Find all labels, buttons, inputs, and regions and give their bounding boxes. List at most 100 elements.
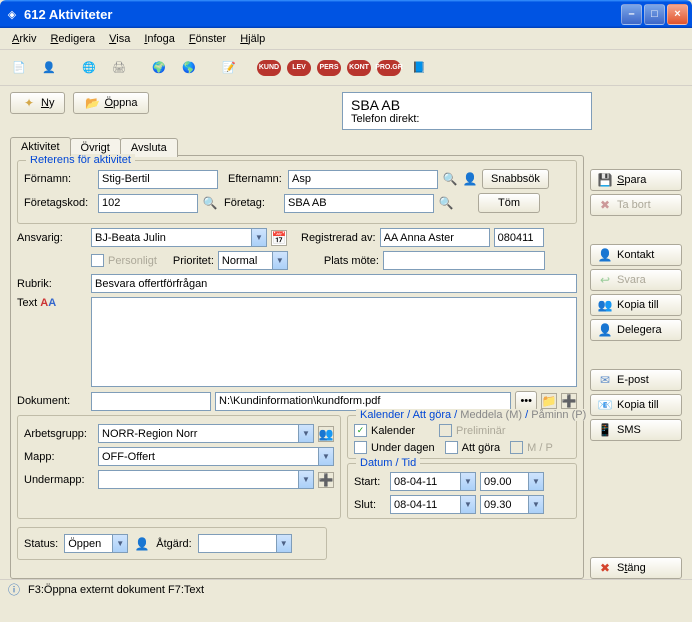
menu-redigera[interactable]: Redigera [44, 31, 101, 47]
mapp-select[interactable]: OFF-Offert▼ [98, 447, 334, 466]
stang-button[interactable]: ✖Stäng [590, 557, 682, 579]
delegate-icon: 👤 [597, 322, 613, 338]
chevron-down-icon[interactable]: ▼ [272, 252, 287, 269]
start-label: Start: [354, 476, 386, 488]
close-button[interactable]: × [667, 4, 688, 25]
menu-visa[interactable]: Visa [103, 31, 136, 47]
status-group: Status: Öppen▼ 👤 Åtgärd: ▼ [17, 527, 327, 560]
badge-progr[interactable]: PRO.GR [376, 55, 402, 81]
tool-print-icon[interactable]: 🖨 [106, 55, 132, 81]
copy-icon-2: 📧 [597, 397, 613, 413]
dokument-input-2[interactable] [215, 392, 511, 411]
kopia-till-2-button[interactable]: 📧Kopia till [590, 394, 682, 416]
atgard-select[interactable]: ▼ [198, 534, 292, 553]
user-icon[interactable]: 👤 [134, 536, 150, 552]
registrerad-value [380, 228, 490, 247]
rubrik-label: Rubrik: [17, 278, 87, 290]
tool-note-icon[interactable]: 📝 [216, 55, 242, 81]
start-time-select[interactable]: 09.00▼ [480, 472, 544, 491]
plats-input[interactable] [383, 251, 545, 270]
chevron-down-icon[interactable]: ▼ [528, 473, 543, 490]
folder-add-icon[interactable]: ➕ [561, 393, 577, 409]
font-icon[interactable]: A [40, 297, 48, 309]
kalender-checkbox[interactable]: ✓ [354, 424, 367, 437]
slut-date-select[interactable]: 08-04-11▼ [390, 495, 476, 514]
prioritet-label: Prioritet: [173, 255, 214, 267]
reply-icon: ↩ [597, 272, 613, 288]
email-icon: ✉ [597, 372, 613, 388]
chevron-down-icon[interactable]: ▼ [298, 425, 313, 442]
badge-kont[interactable]: KONT [346, 55, 372, 81]
tool-globe-icon[interactable]: 🌐 [76, 55, 102, 81]
epost-button[interactable]: ✉E-post [590, 369, 682, 391]
sms-button[interactable]: 📱SMS [590, 419, 682, 441]
maximize-button[interactable]: □ [644, 4, 665, 25]
chevron-down-icon[interactable]: ▼ [276, 535, 291, 552]
chevron-down-icon[interactable]: ▼ [528, 496, 543, 513]
text-label: Text AA [17, 297, 87, 309]
foretagskod-input[interactable] [98, 194, 198, 213]
kopia-till-button[interactable]: 👥Kopia till [590, 294, 682, 316]
tool-globe2-icon[interactable]: 🌍 [146, 55, 172, 81]
ansvarig-label: Ansvarig: [17, 232, 87, 244]
dokument-input-1[interactable] [91, 392, 211, 411]
datum-group: Datum / Tid Start: 08-04-11▼ 09.00▼ Slut… [347, 463, 577, 519]
kontakt-button[interactable]: 👤Kontakt [590, 244, 682, 266]
chevron-down-icon[interactable]: ▼ [318, 448, 333, 465]
chevron-down-icon[interactable]: ▼ [460, 496, 475, 513]
undermapp-select[interactable]: ▼ [98, 470, 314, 489]
delete-icon: ✖ [597, 197, 613, 213]
group-icon[interactable]: 👥 [318, 426, 334, 442]
underdagen-checkbox[interactable] [354, 441, 367, 454]
tool-book-icon[interactable]: 📘 [406, 55, 432, 81]
fornamn-input[interactable] [98, 170, 218, 189]
text-textarea[interactable] [91, 297, 577, 387]
menu-infoga[interactable]: Infoga [138, 31, 181, 47]
badge-lev[interactable]: LEV [286, 55, 312, 81]
menu-hjalp[interactable]: Hjälp [234, 31, 271, 47]
badge-pers[interactable]: PERS [316, 55, 342, 81]
arbetsgrupp-select[interactable]: NORR-Region Norr▼ [98, 424, 314, 443]
chevron-down-icon[interactable]: ▼ [112, 535, 127, 552]
tool-user-add-icon[interactable]: 👤 [36, 55, 62, 81]
search-icon-3[interactable]: 🔍 [438, 195, 454, 211]
badge-kund[interactable]: KUND [256, 55, 282, 81]
search-icon[interactable]: 🔍 [442, 171, 458, 187]
prioritet-select[interactable]: Normal▼ [218, 251, 288, 270]
person-icon[interactable]: 👤 [462, 171, 478, 187]
calendar-icon[interactable]: 📅 [271, 230, 287, 246]
snabbsok-button[interactable]: Snabbsök [482, 169, 549, 189]
folder-open-icon[interactable]: 📁 [541, 393, 557, 409]
start-date-select[interactable]: 08-04-11▼ [390, 472, 476, 491]
new-button[interactable]: ✦Ny [10, 92, 65, 114]
side-buttons: 💾Spara ✖Ta bort 👤Kontakt ↩Svara 👥Kopia t… [590, 155, 682, 579]
chevron-down-icon[interactable]: ▼ [251, 229, 266, 246]
tool-new-icon[interactable]: 📄 [6, 55, 32, 81]
efternamn-input[interactable] [288, 170, 438, 189]
minimize-button[interactable]: – [621, 4, 642, 25]
font-icon-2[interactable]: A [48, 297, 56, 309]
arbetsgrupp-group: Arbetsgrupp: NORR-Region Norr▼ 👥 Mapp: O… [17, 415, 341, 519]
folder-add-icon-2[interactable]: ➕ [318, 472, 334, 488]
attgora-checkbox[interactable] [445, 441, 458, 454]
tom-button[interactable]: Töm [478, 193, 540, 213]
delegera-button[interactable]: 👤Delegera [590, 319, 682, 341]
rubrik-input[interactable] [91, 274, 577, 293]
svara-button: ↩Svara [590, 269, 682, 291]
menu-arkiv[interactable]: Arkiv [6, 31, 42, 47]
foretag-input[interactable] [284, 194, 434, 213]
tab-aktivitet[interactable]: Aktivitet [10, 137, 71, 156]
spara-button[interactable]: 💾Spara [590, 169, 682, 191]
status-select[interactable]: Öppen▼ [64, 534, 128, 553]
chevron-down-icon[interactable]: ▼ [460, 473, 475, 490]
slut-time-select[interactable]: 09.30▼ [480, 495, 544, 514]
chevron-down-icon[interactable]: ▼ [298, 471, 313, 488]
menu-fonster[interactable]: Fönster [183, 31, 232, 47]
ansvarig-select[interactable]: BJ-Beata Julin▼ [91, 228, 267, 247]
main-panel: Referens för aktivitet Förnamn: Efternam… [10, 155, 584, 579]
open-button[interactable]: 📂Öppna [73, 92, 148, 114]
browse-button[interactable]: ••• [515, 391, 537, 411]
tool-globe3-icon[interactable]: 🌎 [176, 55, 202, 81]
personligt-checkbox[interactable] [91, 254, 104, 267]
search-icon-2[interactable]: 🔍 [202, 195, 218, 211]
